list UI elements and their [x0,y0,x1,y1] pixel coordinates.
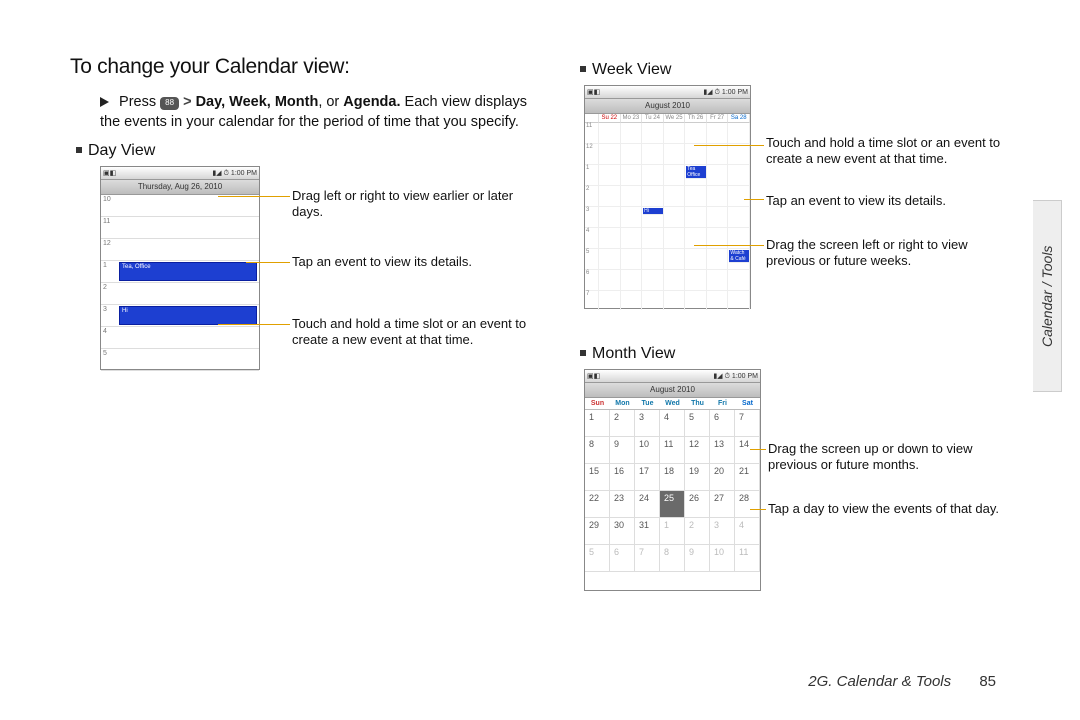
month-view-heading: Month View [580,345,1014,363]
page-title: To change your Calendar view: [70,55,530,79]
week-view-heading: Week View [580,61,1014,79]
week-view-screenshot: ▣◧▮◢ ⏱ 1:00 PM August 2010 Su 22Mo 23Tu … [584,85,751,309]
chevron-right-icon: > [183,93,191,113]
footer-page-number: 85 [979,673,996,690]
month-view-screenshot: ▣◧▮◢ ⏱ 1:00 PM August 2010 SunMonTueWedT… [584,369,761,591]
status-time: 1:00 PM [732,373,758,380]
week-ann-tap: Tap an event to view its details. [766,193,946,209]
status-icons-icon: ▣◧ [587,88,600,96]
side-tab: Calendar / Tools [1033,200,1062,392]
month-ann-tap: Tap a day to view the events of that day… [768,501,999,517]
status-time: 1:00 PM [722,89,748,96]
status-icons-icon: ▣◧ [587,372,600,380]
status-time: 1:00 PM [231,170,257,177]
status-icons-icon: ▣◧ [103,169,116,177]
week-ann-hold: Touch and hold a time slot or an event t… [766,135,1014,168]
footer-section: 2G. Calendar & Tools [808,673,951,690]
day-ann-drag: Drag left or right to view earlier or la… [292,188,530,221]
day-title: Thursday, Aug 26, 2010 [101,180,259,195]
menu-key-icon: 88 [160,97,179,110]
triangle-bullet-icon [100,97,109,107]
month-title: August 2010 [585,383,760,398]
status-signal-icon: ▮◢ ⏱ [713,372,730,381]
week-title: August 2010 [585,99,750,114]
month-ann-drag: Drag the screen up or down to view previ… [768,441,1014,474]
status-signal-icon: ▮◢ ⏱ [212,169,229,178]
day-view-heading: Day View [76,142,530,160]
day-ann-hold: Touch and hold a time slot or an event t… [292,316,530,349]
page-footer: 2G. Calendar & Tools 85 [0,673,1080,690]
intro-text: Press 88 > Day, Week, Month, or Agenda. … [100,93,530,132]
week-ann-drag: Drag the screen left or right to view pr… [766,237,1014,270]
status-signal-icon: ▮◢ ⏱ [703,88,720,97]
day-ann-tap: Tap an event to view its details. [292,254,472,270]
